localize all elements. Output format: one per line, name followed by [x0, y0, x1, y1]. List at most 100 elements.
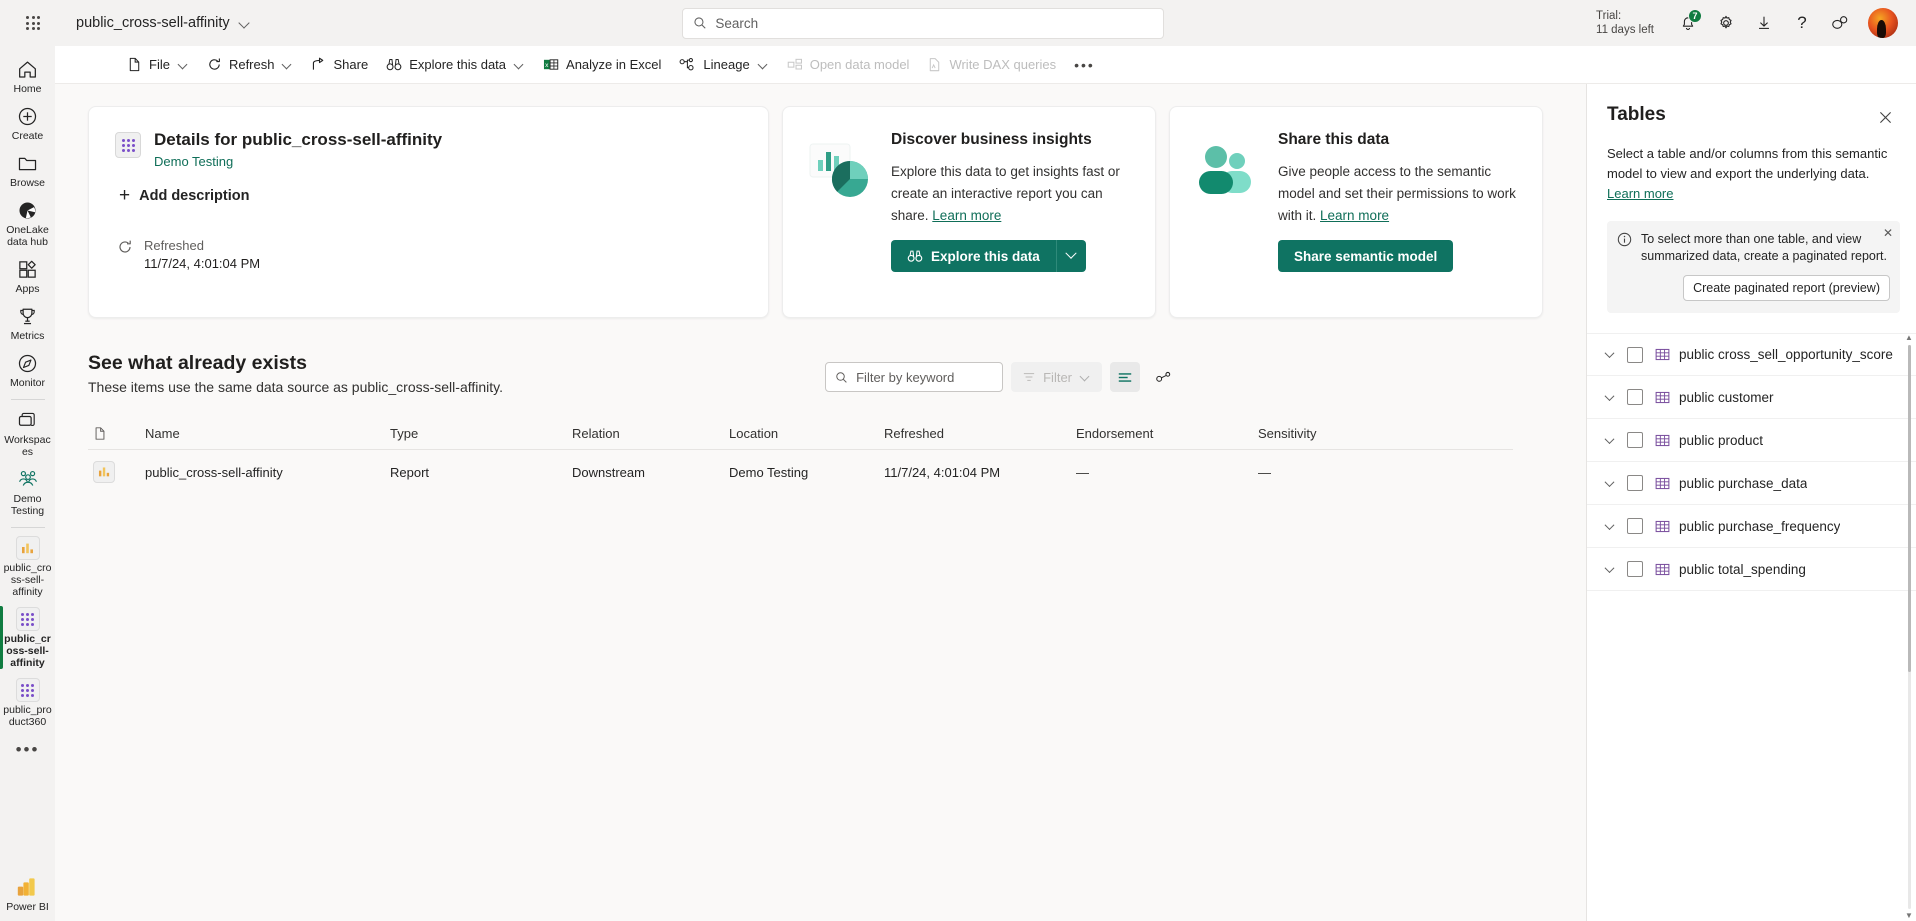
sidebar-item-monitor[interactable]: Monitor: [0, 346, 55, 393]
tables-panel-learn-more-link[interactable]: Learn more: [1607, 186, 1673, 201]
create-paginated-report-button[interactable]: Create paginated report (preview): [1683, 275, 1890, 301]
command-bar: File Refresh Share Explore this data x A…: [55, 46, 1916, 84]
insights-learn-more-link[interactable]: Learn more: [932, 208, 1001, 223]
search-container: Search: [251, 7, 1596, 39]
chevron-down-icon[interactable]: [1597, 523, 1621, 530]
share-semantic-model-button[interactable]: Share semantic model: [1278, 240, 1454, 272]
insights-body-text: Explore this data to get insights fast o…: [891, 164, 1120, 223]
compass-icon: [17, 351, 38, 375]
list-item[interactable]: public purchase_data: [1587, 462, 1916, 505]
notifications-button[interactable]: 7: [1670, 5, 1706, 41]
sidebar-pinned-semantic-model-active[interactable]: public_cross-sell-affinity: [0, 602, 55, 673]
table-checkbox[interactable]: [1627, 475, 1643, 491]
ellipsis-icon: •••: [1074, 56, 1095, 73]
table-checkbox[interactable]: [1627, 432, 1643, 448]
feedback-button[interactable]: [1822, 5, 1858, 41]
refresh-button[interactable]: Refresh: [198, 50, 303, 80]
table-header-name[interactable]: Name: [145, 426, 390, 441]
table-name: public cross_sell_opportunity_score: [1679, 347, 1893, 362]
app-launcher-icon[interactable]: [18, 8, 48, 38]
sidebar-item-browse[interactable]: Browse: [0, 146, 55, 193]
notification-badge: 7: [1688, 9, 1702, 23]
scroll-down-icon[interactable]: ▼: [1905, 911, 1913, 921]
existing-items-titles: See what already exists These items use …: [88, 351, 503, 395]
table-checkbox[interactable]: [1627, 561, 1643, 577]
sidebar-item-create[interactable]: Create: [0, 99, 55, 146]
search-input[interactable]: Search: [682, 7, 1165, 39]
scroll-up-icon[interactable]: ▲: [1905, 333, 1913, 343]
list-item[interactable]: public purchase_frequency: [1587, 505, 1916, 548]
insights-heading: Discover business insights: [891, 131, 1092, 148]
more-commands-button[interactable]: •••: [1065, 50, 1104, 80]
open-data-model-button: Open data model: [778, 50, 919, 80]
table-header-type[interactable]: Type: [390, 426, 572, 441]
divider: [10, 399, 45, 400]
callout-body: To select more than one table, and view …: [1641, 231, 1890, 301]
table-checkbox[interactable]: [1627, 389, 1643, 405]
file-menu-button[interactable]: File: [118, 50, 198, 80]
sidebar-item-metrics[interactable]: Metrics: [0, 299, 55, 346]
share-learn-more-link[interactable]: Learn more: [1320, 208, 1389, 223]
downloads-button[interactable]: [1746, 5, 1782, 41]
list-item[interactable]: public cross_sell_opportunity_score: [1587, 333, 1916, 376]
lineage-button[interactable]: Lineage: [670, 50, 777, 80]
filter-by-keyword-input[interactable]: Filter by keyword: [825, 362, 1004, 392]
close-icon[interactable]: [1872, 104, 1898, 130]
help-button[interactable]: ?: [1784, 5, 1820, 41]
tables-panel-title: Tables: [1607, 104, 1666, 125]
chevron-down-icon[interactable]: [1597, 480, 1621, 487]
search-icon: [836, 371, 847, 383]
sidebar-item-onelake-data-hub[interactable]: OneLake data hub: [0, 193, 55, 252]
table-checkbox[interactable]: [1627, 518, 1643, 534]
row-refreshed: 11/7/24, 4:01:04 PM: [884, 464, 1001, 480]
sidebar-item-apps[interactable]: Apps: [0, 252, 55, 299]
table-header-sensitivity[interactable]: Sensitivity: [1258, 426, 1438, 441]
table-header-endorsement[interactable]: Endorsement: [1076, 426, 1258, 441]
plus-icon: +: [119, 185, 131, 206]
avatar[interactable]: [1868, 8, 1898, 38]
share-label: Share: [333, 57, 369, 72]
sidebar-item-workspaces[interactable]: Workspaces: [0, 403, 55, 462]
callout-close-icon[interactable]: ✕: [1883, 227, 1893, 239]
chevron-down-icon[interactable]: [1597, 351, 1621, 358]
sidebar-pinned-report[interactable]: public_cross-sell-affinity: [0, 531, 55, 602]
tables-list-scrollbar[interactable]: ▲ ▼: [1904, 333, 1914, 921]
explore-dropdown-caret[interactable]: [1055, 240, 1086, 272]
table-checkbox[interactable]: [1627, 346, 1643, 363]
chevron-down-icon[interactable]: [1597, 437, 1621, 444]
view-options-button[interactable]: [1110, 362, 1140, 392]
share-button[interactable]: Share: [302, 50, 377, 80]
sidebar-more-button[interactable]: •••: [16, 732, 40, 768]
row-name[interactable]: public_cross-sell-affinity: [145, 465, 390, 480]
sidebar-label: Home: [13, 83, 42, 95]
analyze-in-excel-button[interactable]: x Analyze in Excel: [534, 50, 670, 80]
list-item[interactable]: public customer: [1587, 376, 1916, 419]
scroll-track[interactable]: [1907, 345, 1911, 909]
details-workspace-link[interactable]: Demo Testing: [154, 154, 442, 169]
chevron-down-icon[interactable]: [1597, 566, 1621, 573]
row-relation: Downstream: [572, 464, 645, 480]
add-description-button[interactable]: + Add description: [119, 186, 249, 205]
trophy-icon: [17, 304, 38, 328]
list-item[interactable]: public total_spending: [1587, 548, 1916, 591]
lineage-view-button[interactable]: [1148, 362, 1178, 392]
scroll-thumb[interactable]: [1907, 345, 1911, 673]
sidebar-item-home[interactable]: Home: [0, 52, 55, 99]
app-title[interactable]: public_cross-sell-affinity: [76, 15, 251, 31]
sidebar-pinned-semantic-model-product360[interactable]: public_product360: [0, 673, 55, 732]
tables-list: public cross_sell_opportunity_score publ…: [1587, 333, 1916, 921]
table-header-location[interactable]: Location: [729, 426, 884, 441]
table-icon: [1655, 347, 1670, 362]
info-icon: [1617, 232, 1632, 247]
explore-this-data-button[interactable]: Explore this data: [377, 50, 534, 80]
semantic-model-icon: [15, 607, 40, 631]
chevron-down-icon[interactable]: [1597, 394, 1621, 401]
settings-button[interactable]: [1708, 5, 1744, 41]
sidebar-item-demo-testing[interactable]: Demo Testing: [0, 462, 55, 521]
table-row[interactable]: public_cross-sell-affinity Report Downst…: [88, 450, 1513, 494]
sidebar-label: public_product360: [3, 704, 52, 728]
table-header-refreshed[interactable]: Refreshed: [884, 426, 1076, 441]
explore-this-data-cta[interactable]: Explore this data: [891, 240, 1056, 272]
table-header-relation[interactable]: Relation: [572, 426, 729, 441]
list-item[interactable]: public product: [1587, 419, 1916, 462]
